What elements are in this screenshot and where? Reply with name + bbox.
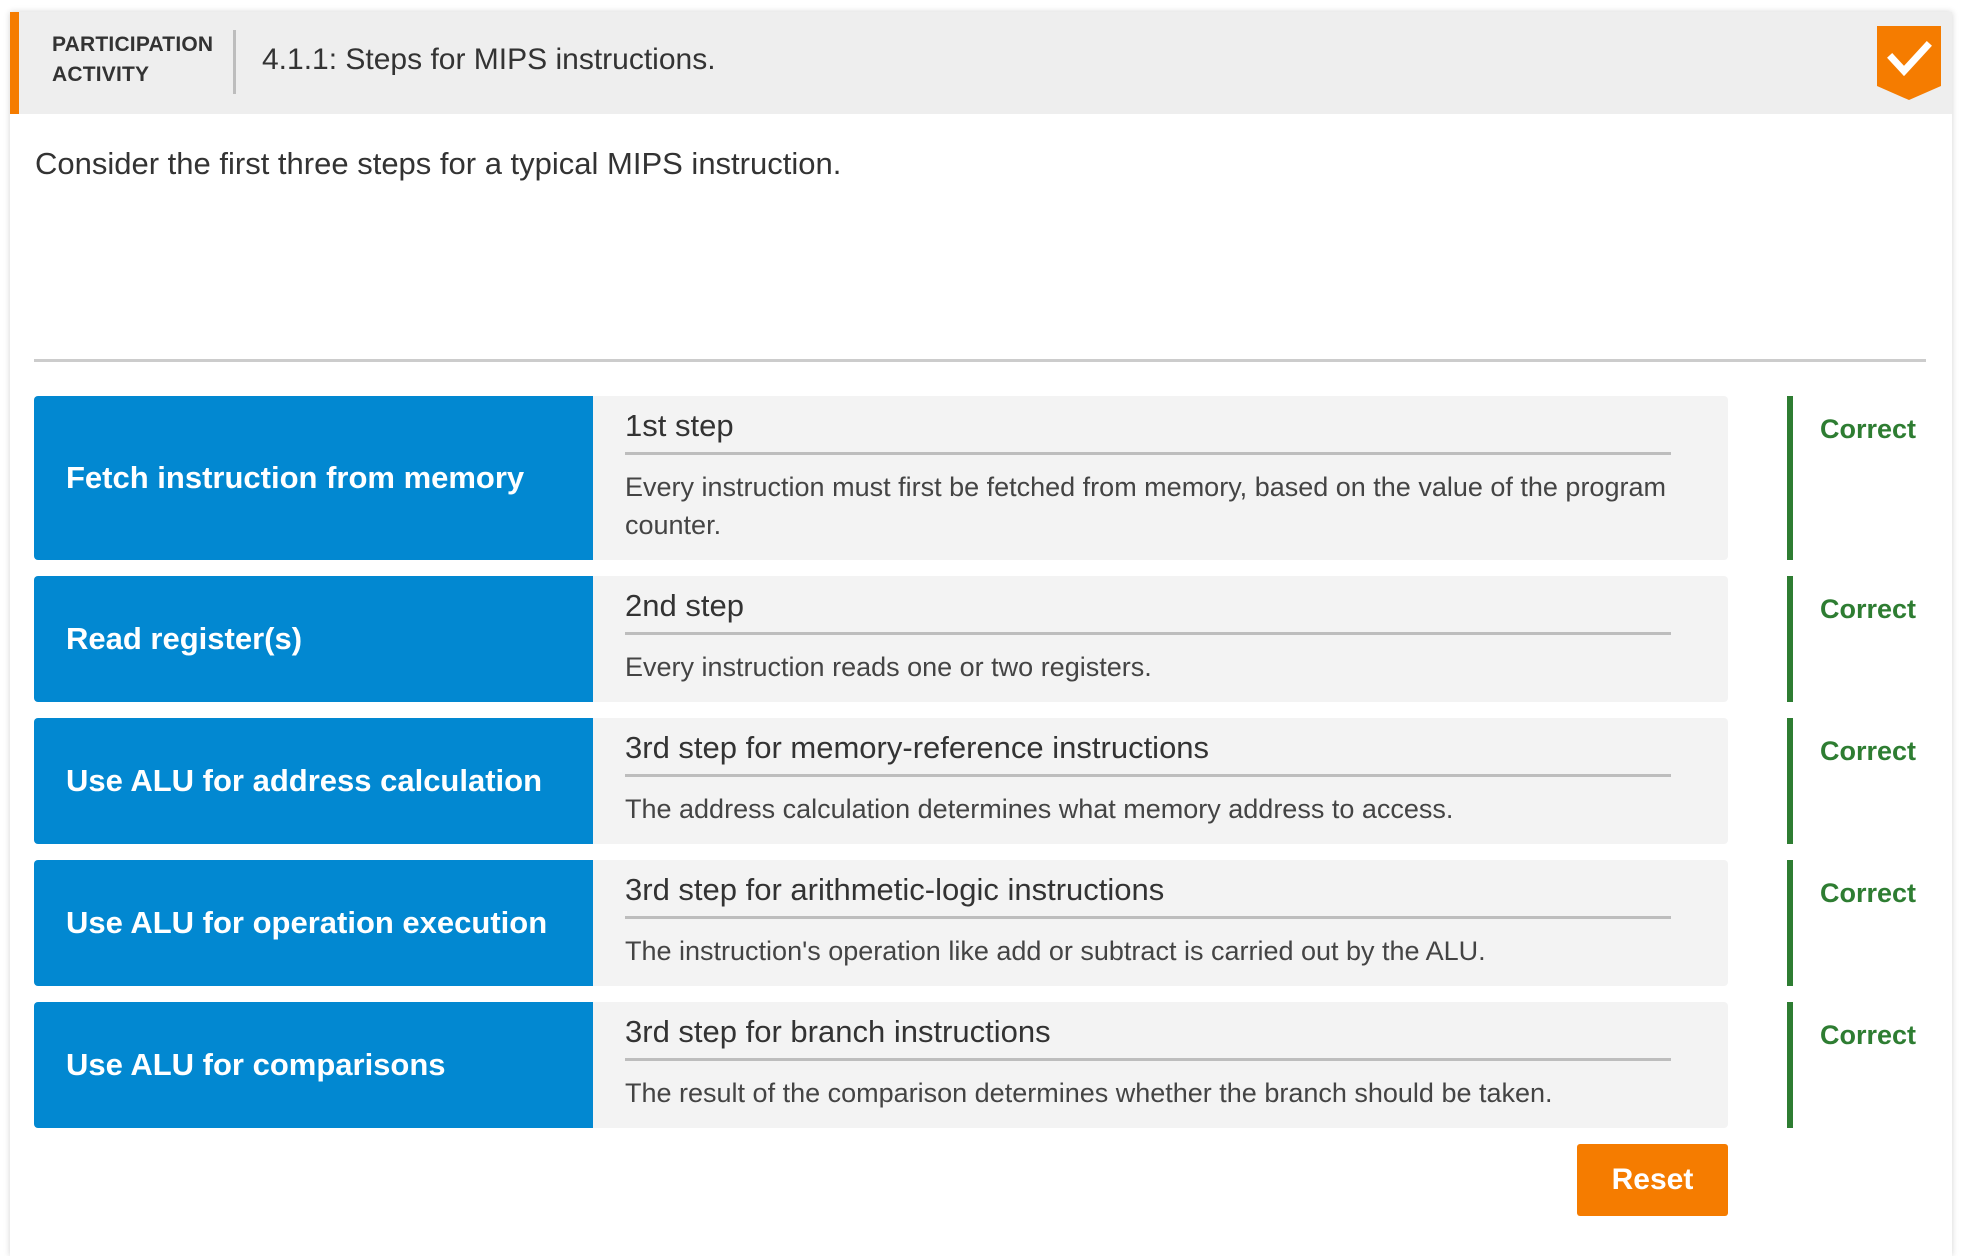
- definition-drop-zone[interactable]: 2nd step Every instruction reads one or …: [593, 576, 1728, 702]
- activity-instructions: Consider the first three steps for a typ…: [35, 146, 842, 181]
- term-label: Fetch instruction from memory: [66, 460, 525, 495]
- result-status: Correct: [1820, 878, 1917, 908]
- term-card[interactable]: Fetch instruction from memory: [34, 396, 593, 560]
- term-label: Use ALU for address calculation: [66, 763, 543, 798]
- correct-indicator-bar: [1787, 576, 1793, 702]
- definition-title: 1st step: [625, 408, 1671, 455]
- term-label: Use ALU for comparisons: [66, 1047, 446, 1082]
- definition-drop-zone[interactable]: 1st step Every instruction must first be…: [593, 396, 1728, 560]
- term-label: Read register(s): [66, 621, 303, 656]
- definition-title: 3rd step for arithmetic-logic instructio…: [625, 872, 1671, 919]
- definition-drop-zone[interactable]: 3rd step for branch instructions The res…: [593, 1002, 1728, 1128]
- definition-explanation: Every instruction reads one or two regis…: [625, 652, 1152, 682]
- match-row: Fetch instruction from memory 1st step E…: [34, 396, 1934, 560]
- term-card[interactable]: Use ALU for operation execution: [34, 860, 593, 986]
- result-status: Correct: [1820, 594, 1917, 624]
- definition-drop-zone[interactable]: 3rd step for memory-reference instructio…: [593, 718, 1728, 844]
- activity-type-line1: PARTICIPATION: [52, 33, 214, 56]
- definition-explanation: The instruction's operation like add or …: [625, 936, 1486, 966]
- header-divider: [233, 30, 236, 94]
- term-card[interactable]: Read register(s): [34, 576, 593, 702]
- activity-type-label: PARTICIPATION ACTIVITY: [52, 30, 222, 90]
- term-card[interactable]: Use ALU for address calculation: [34, 718, 593, 844]
- correct-indicator-bar: [1787, 860, 1793, 986]
- participation-activity: PARTICIPATION ACTIVITY 4.1.1: Steps for …: [10, 12, 1952, 1256]
- activity-title: 4.1.1: Steps for MIPS instructions.: [262, 43, 716, 76]
- term-card[interactable]: Use ALU for comparisons: [34, 1002, 593, 1128]
- definition-drop-zone[interactable]: 3rd step for arithmetic-logic instructio…: [593, 860, 1728, 986]
- correct-indicator-bar: [1787, 396, 1793, 560]
- definition-explanation: The address calculation determines what …: [625, 794, 1454, 824]
- correct-indicator-bar: [1787, 718, 1793, 844]
- reset-button[interactable]: Reset: [1577, 1144, 1728, 1216]
- result-status: Correct: [1820, 414, 1917, 444]
- definition-title: 3rd step for branch instructions: [625, 1014, 1671, 1061]
- definition-explanation: The result of the comparison determines …: [625, 1078, 1553, 1108]
- result-status: Correct: [1820, 736, 1917, 766]
- activity-type-line2: ACTIVITY: [52, 63, 150, 86]
- correct-indicator-bar: [1787, 1002, 1793, 1128]
- match-row: Read register(s) 2nd step Every instruct…: [34, 576, 1934, 702]
- section-divider: [34, 359, 1926, 362]
- result-status: Correct: [1820, 1020, 1917, 1050]
- definition-title: 2nd step: [625, 588, 1671, 635]
- definition-title: 3rd step for memory-reference instructio…: [625, 730, 1671, 777]
- definition-explanation: Every instruction must first be fetched …: [625, 472, 1666, 540]
- checkmark-badge-icon: [1877, 26, 1941, 100]
- match-row: Use ALU for comparisons 3rd step for bra…: [34, 1002, 1934, 1128]
- activity-header: PARTICIPATION ACTIVITY 4.1.1: Steps for …: [10, 12, 1952, 114]
- match-row: Use ALU for operation execution 3rd step…: [34, 860, 1934, 986]
- term-label: Use ALU for operation execution: [66, 905, 548, 940]
- match-row: Use ALU for address calculation 3rd step…: [34, 718, 1934, 844]
